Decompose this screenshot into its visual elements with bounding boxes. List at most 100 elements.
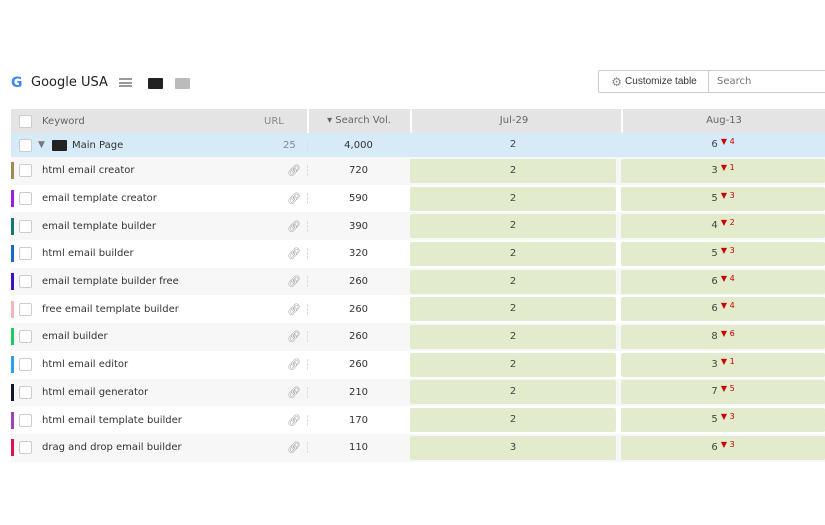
search-vol: 170 xyxy=(307,414,409,426)
rank-aug-13: 3 ▼ 1 xyxy=(621,158,825,183)
table-row[interactable]: free email template builder 🔗︎ 260 2 6 ▼… xyxy=(11,295,825,323)
table-row[interactable]: html email creator 🔗︎ 720 2 3 ▼ 1 xyxy=(11,157,825,185)
row-checkbox[interactable] xyxy=(19,385,32,399)
row-checkbox[interactable] xyxy=(19,413,32,427)
col-aug-13[interactable]: Aug-13 xyxy=(621,109,825,133)
rank-down-icon: ▼ 3 xyxy=(720,412,735,422)
link-icon[interactable]: 🔗︎ xyxy=(287,414,301,427)
table-row[interactable]: email template builder 🔗︎ 390 2 4 ▼ 2 xyxy=(11,212,825,241)
select-all-checkbox[interactable] xyxy=(19,114,32,128)
tag-color-bar xyxy=(11,162,14,180)
row-checkbox[interactable] xyxy=(19,164,32,178)
search-vol: 590 xyxy=(307,193,409,205)
folder-view-icon[interactable] xyxy=(148,78,163,89)
rank-aug-13: 6 ▼ 3 xyxy=(621,435,825,460)
search-input[interactable] xyxy=(708,70,825,93)
table-row[interactable]: email template builder free 🔗︎ 260 2 6 ▼… xyxy=(11,267,825,296)
group-rank-aug-13: 6 ▼ 4 xyxy=(711,137,735,150)
rank-aug-13: 6 ▼ 4 xyxy=(621,269,825,294)
tag-color-bar xyxy=(11,383,14,401)
search-vol: 260 xyxy=(307,303,409,315)
collapse-icon[interactable]: ▼ xyxy=(38,140,45,150)
tag-color-bar xyxy=(11,439,14,457)
table-row[interactable]: email template creator 🔗︎ 590 2 5 ▼ 3 xyxy=(11,185,825,213)
keyword: html email editor xyxy=(42,359,129,371)
gear-icon: ⚙ xyxy=(611,74,623,89)
row-checkbox[interactable] xyxy=(19,441,32,455)
link-icon[interactable]: 🔗︎ xyxy=(287,220,301,233)
rank-jul-29: 2 xyxy=(410,269,616,294)
keyword: email template creator xyxy=(42,193,157,205)
table-row[interactable]: html email editor 🔗︎ 260 2 3 ▼ 1 xyxy=(11,351,825,379)
col-search-vol[interactable]: ▾ Search Vol. xyxy=(307,109,409,133)
search-vol: 720 xyxy=(307,165,409,177)
link-icon[interactable]: 🔗︎ xyxy=(287,164,301,177)
tag-color-bar xyxy=(11,356,14,374)
link-icon[interactable]: 🔗︎ xyxy=(287,275,301,288)
keyword: email builder xyxy=(42,331,108,343)
link-icon[interactable]: 🔗︎ xyxy=(287,303,301,316)
rank-down-icon: ▼ 4 xyxy=(720,301,735,311)
group-row[interactable]: ▼ Main Page 25 4,000 2 6 ▼ 4 xyxy=(11,133,825,157)
keyword: html email generator xyxy=(42,386,149,398)
row-checkbox[interactable] xyxy=(19,138,32,152)
row-checkbox[interactable] xyxy=(19,192,32,206)
toolbar: G Google USA ⚙ Customize table xyxy=(11,70,825,96)
col-keyword[interactable]: Keyword xyxy=(42,116,85,127)
rank-aug-13: 5 ▼ 3 xyxy=(621,241,825,266)
table-row[interactable]: html email builder 🔗︎ 320 2 5 ▼ 3 xyxy=(11,240,825,268)
col-jul-29[interactable]: Jul-29 xyxy=(410,109,616,133)
folder-icon xyxy=(52,139,67,151)
table-header: Keyword URL ▾ Search Vol. Jul-29 Aug-13 xyxy=(11,109,825,133)
link-icon[interactable]: 🔗︎ xyxy=(287,192,301,205)
customize-table-button[interactable]: ⚙ Customize table xyxy=(598,70,710,93)
search-vol: 260 xyxy=(307,331,409,343)
group-name: Main Page xyxy=(72,139,124,151)
rank-aug-13: 8 ▼ 6 xyxy=(621,324,825,349)
tag-color-bar xyxy=(11,328,14,346)
link-icon[interactable]: 🔗︎ xyxy=(287,247,301,260)
list-view-icon[interactable] xyxy=(119,78,132,87)
rank-down-icon: ▼ 4 xyxy=(720,273,735,283)
row-checkbox[interactable] xyxy=(19,247,32,261)
rank-aug-13: 5 ▼ 3 xyxy=(621,408,825,433)
search-vol: 260 xyxy=(307,359,409,371)
rank-jul-29: 2 xyxy=(410,408,616,433)
group-url-count: 25 xyxy=(283,139,296,151)
link-icon[interactable]: 🔗︎ xyxy=(287,330,301,343)
rank-down-icon: ▼ 2 xyxy=(720,218,735,228)
keyword-table: Keyword URL ▾ Search Vol. Jul-29 Aug-13 … xyxy=(11,109,825,462)
rank-down-icon: ▼ 6 xyxy=(720,328,735,338)
table-row[interactable]: email builder 🔗︎ 260 2 8 ▼ 6 xyxy=(11,323,825,351)
rank-jul-29: 3 xyxy=(410,435,616,460)
row-checkbox[interactable] xyxy=(19,302,32,316)
link-icon[interactable]: 🔗︎ xyxy=(287,358,301,371)
search-vol: 110 xyxy=(307,442,409,454)
row-checkbox[interactable] xyxy=(19,330,32,344)
table-row[interactable]: html email generator 🔗︎ 210 2 7 ▼ 5 xyxy=(11,378,825,407)
keyword: email template builder free xyxy=(42,276,179,288)
link-icon[interactable]: 🔗︎ xyxy=(287,441,301,454)
keyword: html email creator xyxy=(42,165,135,177)
search-vol: 320 xyxy=(307,248,409,260)
tag-color-bar xyxy=(11,190,14,208)
col-url[interactable]: URL xyxy=(264,116,284,127)
keyword: drag and drop email builder xyxy=(42,442,182,454)
url-folder-icon[interactable] xyxy=(175,78,190,89)
tag-color-bar xyxy=(11,300,14,318)
rank-aug-13: 5 ▼ 3 xyxy=(621,186,825,211)
rank-down-icon: ▼ 5 xyxy=(720,384,735,394)
keyword: email template builder xyxy=(42,220,156,232)
row-checkbox[interactable] xyxy=(19,358,32,372)
row-checkbox[interactable] xyxy=(19,275,32,289)
table-row[interactable]: html email template builder 🔗︎ 170 2 5 ▼… xyxy=(11,406,825,434)
table-row[interactable]: drag and drop email builder 🔗︎ 110 3 6 ▼… xyxy=(11,433,825,462)
link-icon[interactable]: 🔗︎ xyxy=(287,386,301,399)
rank-jul-29: 2 xyxy=(410,324,616,349)
rank-jul-29: 2 xyxy=(410,186,616,211)
rank-aug-13: 6 ▼ 4 xyxy=(621,297,825,322)
row-checkbox[interactable] xyxy=(19,219,32,233)
search-vol: 210 xyxy=(307,386,409,398)
rank-jul-29: 2 xyxy=(410,158,616,183)
location-title: Google USA xyxy=(31,75,108,90)
